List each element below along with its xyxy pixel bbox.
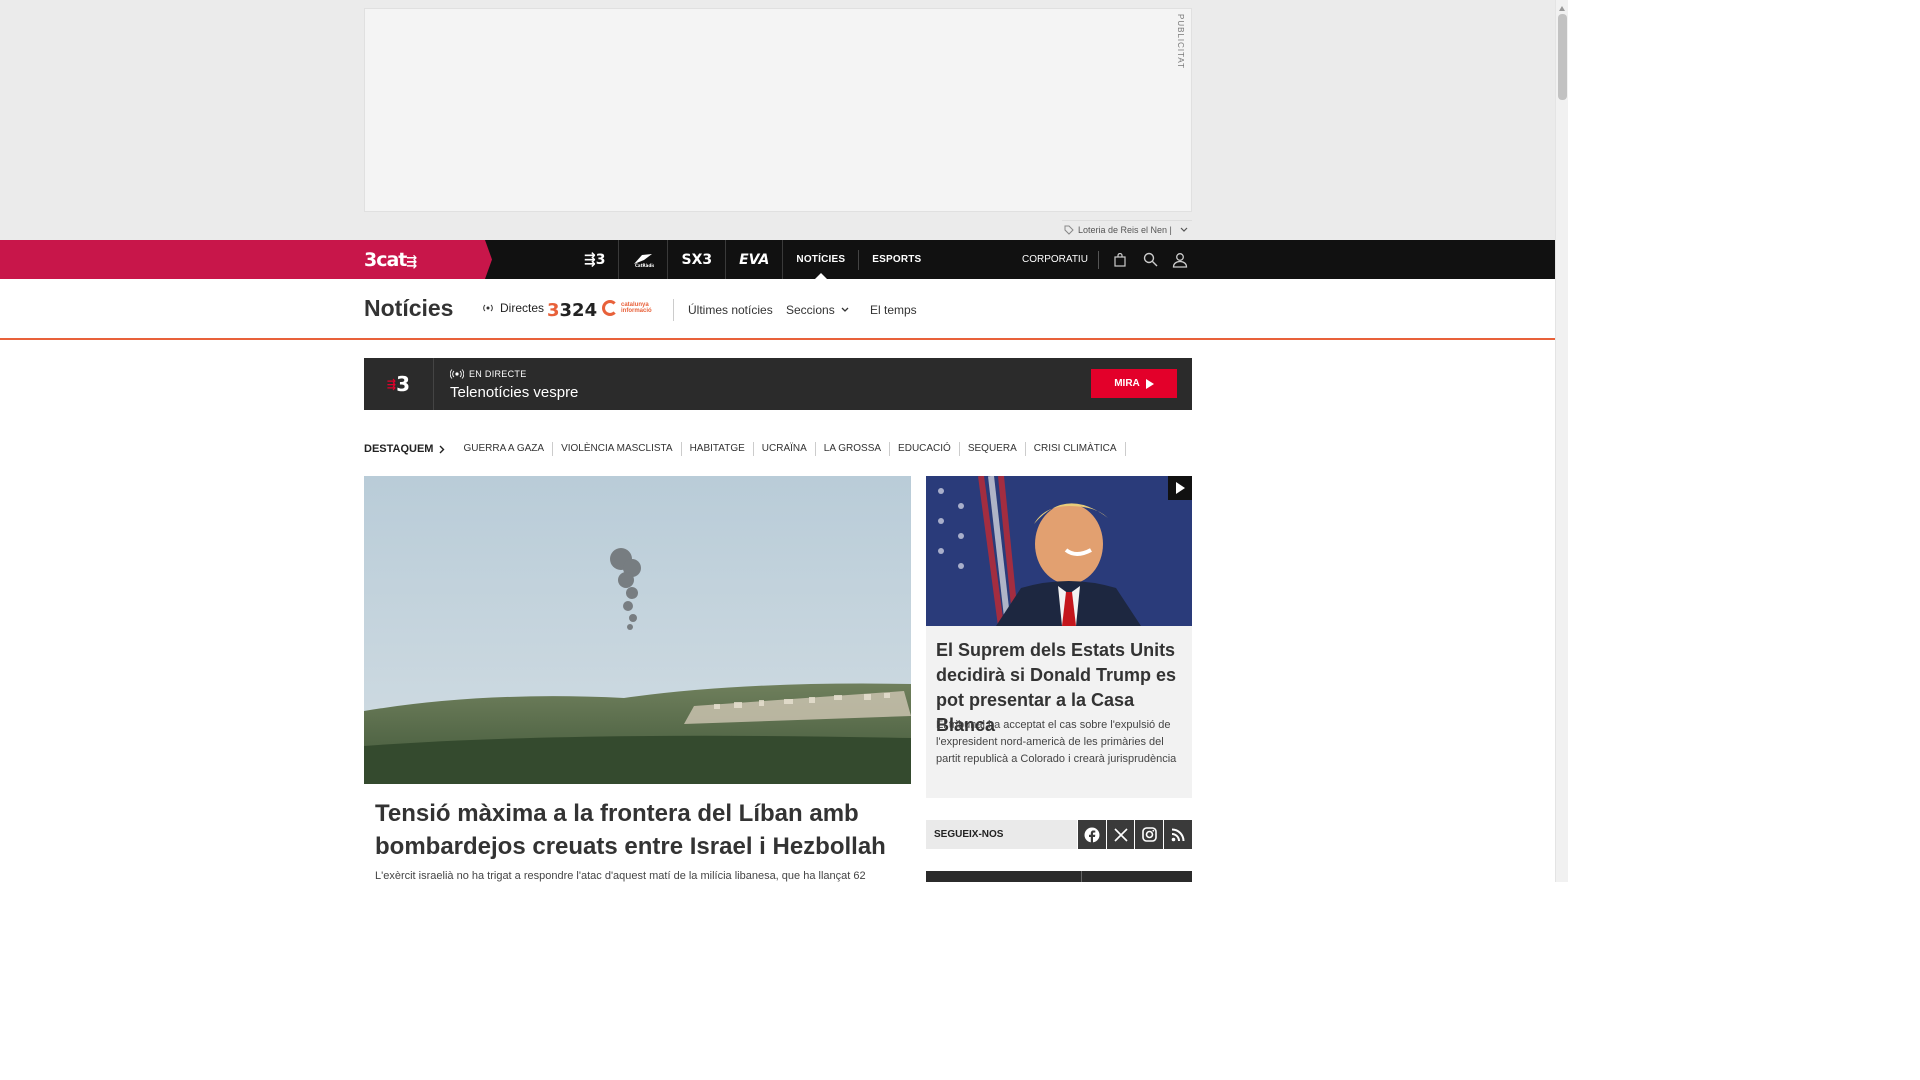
sx3-logo-icon[interactable]: SX3 — [668, 240, 727, 279]
live-status-label: EN DIRECTE — [469, 369, 527, 379]
watch-label: MIRA — [1114, 378, 1140, 389]
link-el-temps[interactable]: El temps — [870, 303, 917, 317]
tab-divider — [1081, 871, 1082, 882]
scroll-thumb[interactable] — [1558, 14, 1567, 100]
topics-lead[interactable]: DESTAQUEM — [364, 443, 445, 455]
channel-324-logo[interactable]: 3324 — [547, 300, 597, 321]
video-badge — [1168, 476, 1192, 500]
live-broadcast-icon — [483, 304, 493, 312]
play-icon — [1176, 482, 1185, 494]
topic-sequera[interactable]: SEQUERA — [960, 442, 1026, 456]
live-broadcast-icon — [450, 369, 464, 379]
ci-logo-mark — [602, 300, 618, 316]
live-program-title: Telenotícies vespre — [450, 384, 579, 401]
shopping-bag-icon[interactable] — [1105, 240, 1135, 279]
eva-logo-icon[interactable]: EVA — [726, 240, 784, 279]
main-article-title[interactable]: Tensió màxima a la frontera del Líban am… — [375, 797, 905, 863]
brand-name: 3cat — [364, 249, 407, 271]
follow-us-label: SEGUEIX-NOS — [926, 820, 1077, 849]
ad-banner[interactable] — [364, 8, 1192, 212]
page-scrollbar[interactable] — [1555, 0, 1568, 882]
side-article-lead: El tribunal ha acceptat el cas sobre l'e… — [936, 719, 1177, 765]
channel-nav: ⇶ 3 CatRàdio SX3 EVA NOTÍCIES ESPORTS — [571, 240, 934, 279]
instagram-icon[interactable] — [1135, 820, 1164, 849]
chevron-down-icon — [841, 307, 849, 312]
live-channel-logo: ⇶ 3 — [364, 358, 434, 410]
search-icon[interactable] — [1135, 240, 1165, 279]
tv3-logo-icon[interactable]: ⇶ 3 — [571, 240, 620, 279]
play-icon — [1145, 378, 1154, 389]
live-banner[interactable]: ⇶ 3 EN DIRECTE Telenotícies vespre MIRA — [364, 358, 1192, 410]
topic-educacio[interactable]: EDUCACIÓ — [890, 442, 960, 456]
link-seccions[interactable]: Seccions — [786, 303, 849, 317]
facebook-icon[interactable] — [1077, 820, 1106, 849]
user-icon[interactable] — [1165, 240, 1195, 279]
watch-live-button[interactable]: MIRA — [1091, 369, 1177, 398]
topic-crisi-climatica[interactable]: CRISI CLIMÀTICA — [1026, 442, 1126, 456]
directes-label: Directes — [500, 301, 545, 315]
ad-sponsor-bar[interactable]: Loteria de Reis el Nen | — [1062, 220, 1192, 238]
section-divider — [673, 299, 674, 321]
scroll-up-arrow-icon[interactable] — [1559, 3, 1565, 11]
live-status: EN DIRECTE — [450, 369, 527, 379]
nav-noticies[interactable]: NOTÍCIES — [783, 240, 858, 279]
featured-topics: DESTAQUEM GUERRA A GAZA VIOLÈNCIA MASCLI… — [364, 441, 1126, 457]
section-title[interactable]: Notícies — [364, 295, 453, 322]
follow-us-bar: SEGUEIX-NOS — [926, 820, 1192, 849]
utility-icons — [1098, 240, 1195, 279]
ad-sponsor-text: Loteria de Reis el Nen | — [1078, 224, 1172, 235]
nav-corporatiu[interactable]: CORPORATIU — [1022, 240, 1088, 279]
svg-text:CatRàdio: CatRàdio — [635, 263, 654, 268]
catradio-logo-icon[interactable]: CatRàdio — [619, 240, 669, 279]
catalunya-informacio-logo[interactable]: catalunya informació — [602, 300, 652, 316]
topic-guerra-gaza[interactable]: GUERRA A GAZA — [455, 442, 554, 456]
x-icon[interactable] — [1106, 820, 1135, 849]
chevron-down-icon[interactable] — [1180, 226, 1188, 234]
ad-label: PUBLICITAT — [1176, 14, 1185, 70]
link-ultimes-noticies[interactable]: Últimes notícies — [688, 303, 773, 317]
directes-link[interactable]: Directes — [482, 301, 544, 315]
bottom-tabs-strip[interactable] — [926, 871, 1192, 882]
ad-area: PUBLICITAT Loteria de Reis el Nen | — [0, 0, 1555, 240]
brand-strip — [0, 240, 492, 279]
topic-habitatge[interactable]: HABITATGE — [682, 442, 754, 456]
top-navigation: 3cat⇶ ⇶ 3 CatRàdio SX3 EVA NOTÍCIES ESPOR… — [0, 240, 1555, 279]
topic-violencia-masclista[interactable]: VIOLÈNCIA MASCLISTA — [553, 442, 682, 456]
topic-ucraina[interactable]: UCRAÏNA — [754, 442, 816, 456]
main-article-lead: L'exèrcit israelià no ha trigat a respon… — [375, 870, 866, 882]
side-article-card[interactable]: El Suprem dels Estats Units decidirà si … — [926, 476, 1192, 798]
util-separator — [1098, 250, 1099, 269]
topic-la-grossa[interactable]: LA GROSSA — [816, 442, 891, 456]
chevron-right-icon — [439, 445, 445, 453]
ci-logo-text: catalunya informació — [621, 302, 652, 314]
seccions-label: Seccions — [786, 303, 835, 317]
brand-logo[interactable]: 3cat⇶ — [364, 249, 417, 271]
nav-esports[interactable]: ESPORTS — [859, 240, 934, 279]
tag-icon — [1064, 225, 1074, 235]
side-article-image[interactable] — [926, 476, 1192, 626]
main-article-image[interactable] — [364, 476, 911, 784]
topics-lead-label: DESTAQUEM — [364, 443, 434, 455]
section-bar: Notícies Directes 3324 catalunya informac… — [0, 279, 1555, 340]
rss-icon[interactable] — [1164, 820, 1192, 849]
